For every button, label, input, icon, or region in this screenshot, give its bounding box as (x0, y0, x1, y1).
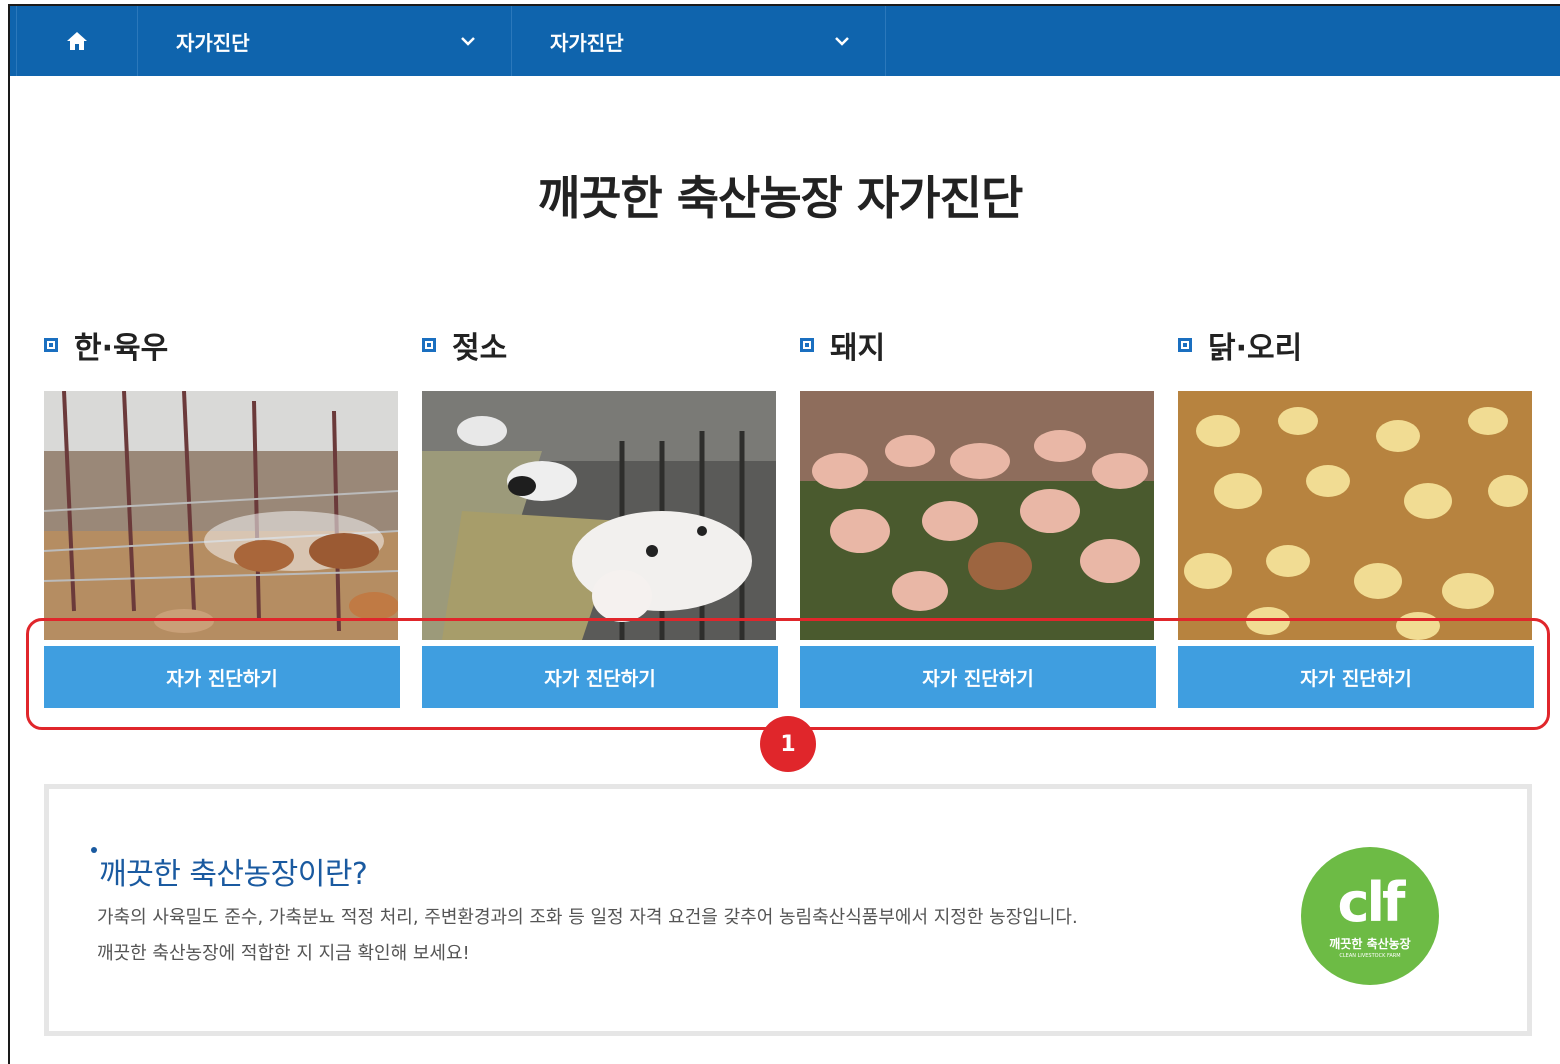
info-title: 깨끗한 축산농장이란? (91, 847, 368, 893)
category-card-poultry: 닭·오리 자가 진단하기 (1178, 325, 1534, 708)
cattle-photo (44, 391, 398, 640)
clean-livestock-farm-logo: clf 깨끗한 축산농장 CLEAN LIVESTOCK FARM (1301, 847, 1439, 985)
dairy-cow-photo (422, 391, 776, 640)
bullet-dot-icon (91, 847, 97, 853)
nav-dropdown-1[interactable]: 자가진단 (138, 6, 512, 76)
nav-dropdown-2[interactable]: 자가진단 (512, 6, 886, 76)
chick-photo (1178, 391, 1532, 640)
annotation-highlight-box (26, 618, 1550, 730)
nav-dropdown-1-label: 자가진단 (176, 30, 250, 55)
logo-mark: clf (1337, 871, 1405, 934)
info-description-line-2: 깨끗한 축산농장에 적합한 지 지금 확인해 보세요! (97, 943, 470, 964)
pig-photo (800, 391, 1154, 640)
chevron-down-icon (461, 37, 475, 46)
bullet-square-icon (44, 338, 58, 352)
nav-dropdown-2-label: 자가진단 (550, 30, 624, 55)
category-title: 돼지 (830, 331, 886, 366)
category-card-dairy: 젖소 자가 진단하기 (422, 325, 778, 708)
logo-subtitle: 깨끗한 축산농장 (1329, 937, 1411, 951)
chevron-down-icon (835, 37, 849, 46)
bullet-square-icon (1178, 338, 1192, 352)
category-title: 닭·오리 (1208, 331, 1303, 366)
logo-tiny-text: CLEAN LIVESTOCK FARM (1339, 953, 1401, 959)
annotation-badge: 1 (760, 716, 816, 772)
info-section: 깨끗한 축산농장이란? 가축의 사육밀도 준수, 가축분뇨 적정 처리, 주변환… (44, 784, 1532, 1036)
category-heading: 닭·오리 (1178, 325, 1534, 366)
category-card-cattle: 한·육우 자가 진단하기 (44, 325, 400, 708)
top-navbar: 자가진단 자가진단 (10, 6, 1560, 76)
bullet-square-icon (422, 338, 436, 352)
bullet-square-icon (800, 338, 814, 352)
category-card-pig: 돼지 자가 진단하기 (800, 325, 1156, 708)
category-title: 젖소 (452, 331, 508, 366)
info-description-line-1: 가축의 사육밀도 준수, 가축분뇨 적정 처리, 주변환경과의 조화 등 일정 … (97, 907, 1078, 928)
page-title: 깨끗한 축산농장 자가진단 (537, 171, 1024, 225)
home-button[interactable] (16, 6, 138, 76)
category-heading: 젖소 (422, 325, 778, 366)
category-heading: 한·육우 (44, 325, 400, 366)
category-heading: 돼지 (800, 325, 1156, 366)
home-icon (67, 32, 87, 50)
category-title: 한·육우 (74, 331, 169, 366)
info-title-text: 깨끗한 축산농장이란? (99, 857, 368, 892)
